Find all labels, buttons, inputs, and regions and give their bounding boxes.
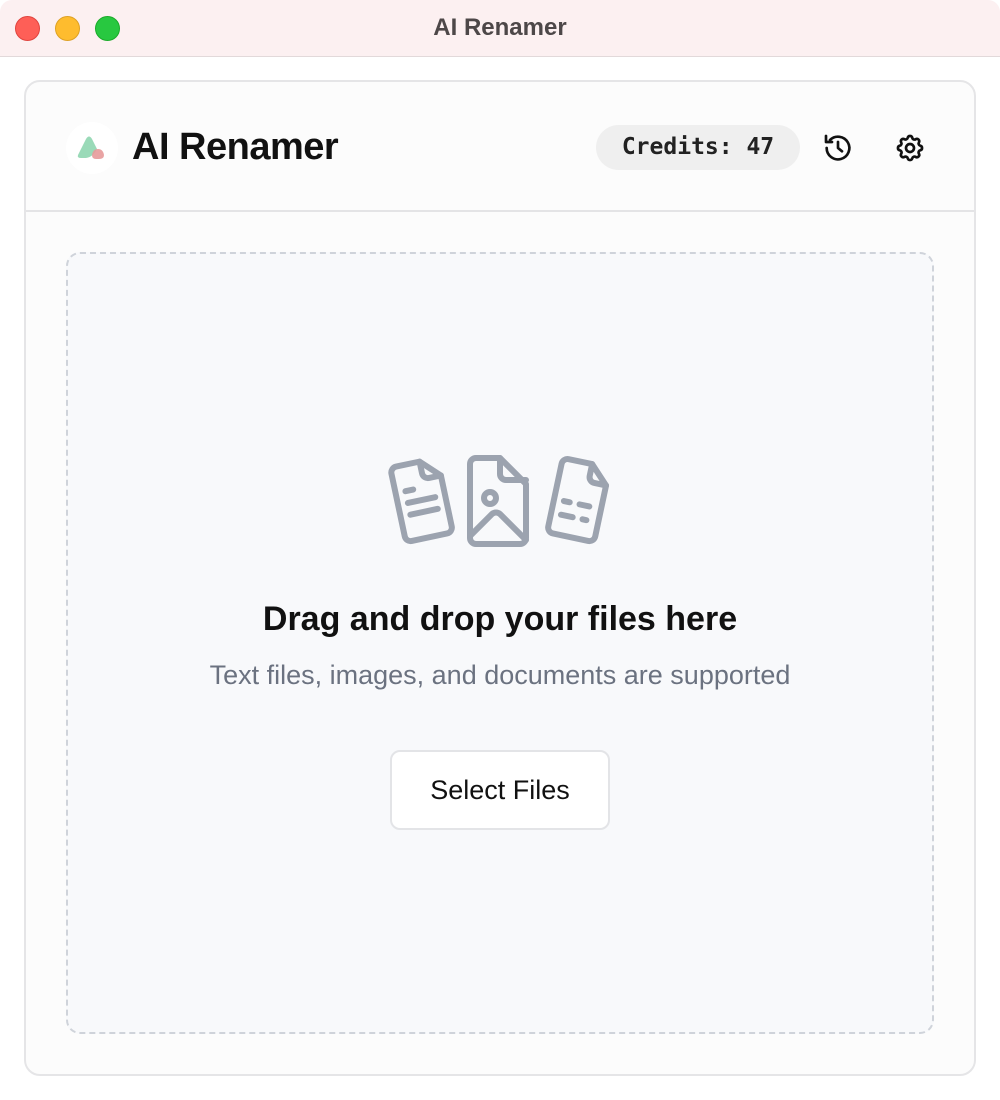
- settings-button[interactable]: [888, 126, 932, 170]
- file-dropzone[interactable]: Drag and drop your files here Text files…: [66, 252, 934, 1034]
- dropzone-subtitle: Text files, images, and documents are su…: [209, 660, 791, 690]
- app-title: AI Renamer: [132, 126, 339, 168]
- credits-badge: Credits: 47: [596, 125, 800, 170]
- app-header: AI Renamer Credits: 47: [26, 82, 974, 212]
- app-logo-icon: [66, 122, 118, 174]
- window-title: AI Renamer: [433, 14, 567, 41]
- text-file-icon: [388, 458, 455, 545]
- window-titlebar: AI Renamer: [0, 0, 1000, 57]
- dropzone-title: Drag and drop your files here: [262, 600, 738, 638]
- history-button[interactable]: [816, 126, 860, 170]
- history-icon: [824, 134, 851, 161]
- document-file-icon: [545, 456, 610, 545]
- app-card: AI Renamer Credits: 47 Drag and drop you…: [24, 80, 976, 1076]
- select-files-button[interactable]: Select Files: [390, 750, 610, 830]
- file-type-icons: [384, 454, 616, 550]
- image-file-icon: [467, 455, 529, 547]
- gear-icon: [896, 134, 924, 162]
